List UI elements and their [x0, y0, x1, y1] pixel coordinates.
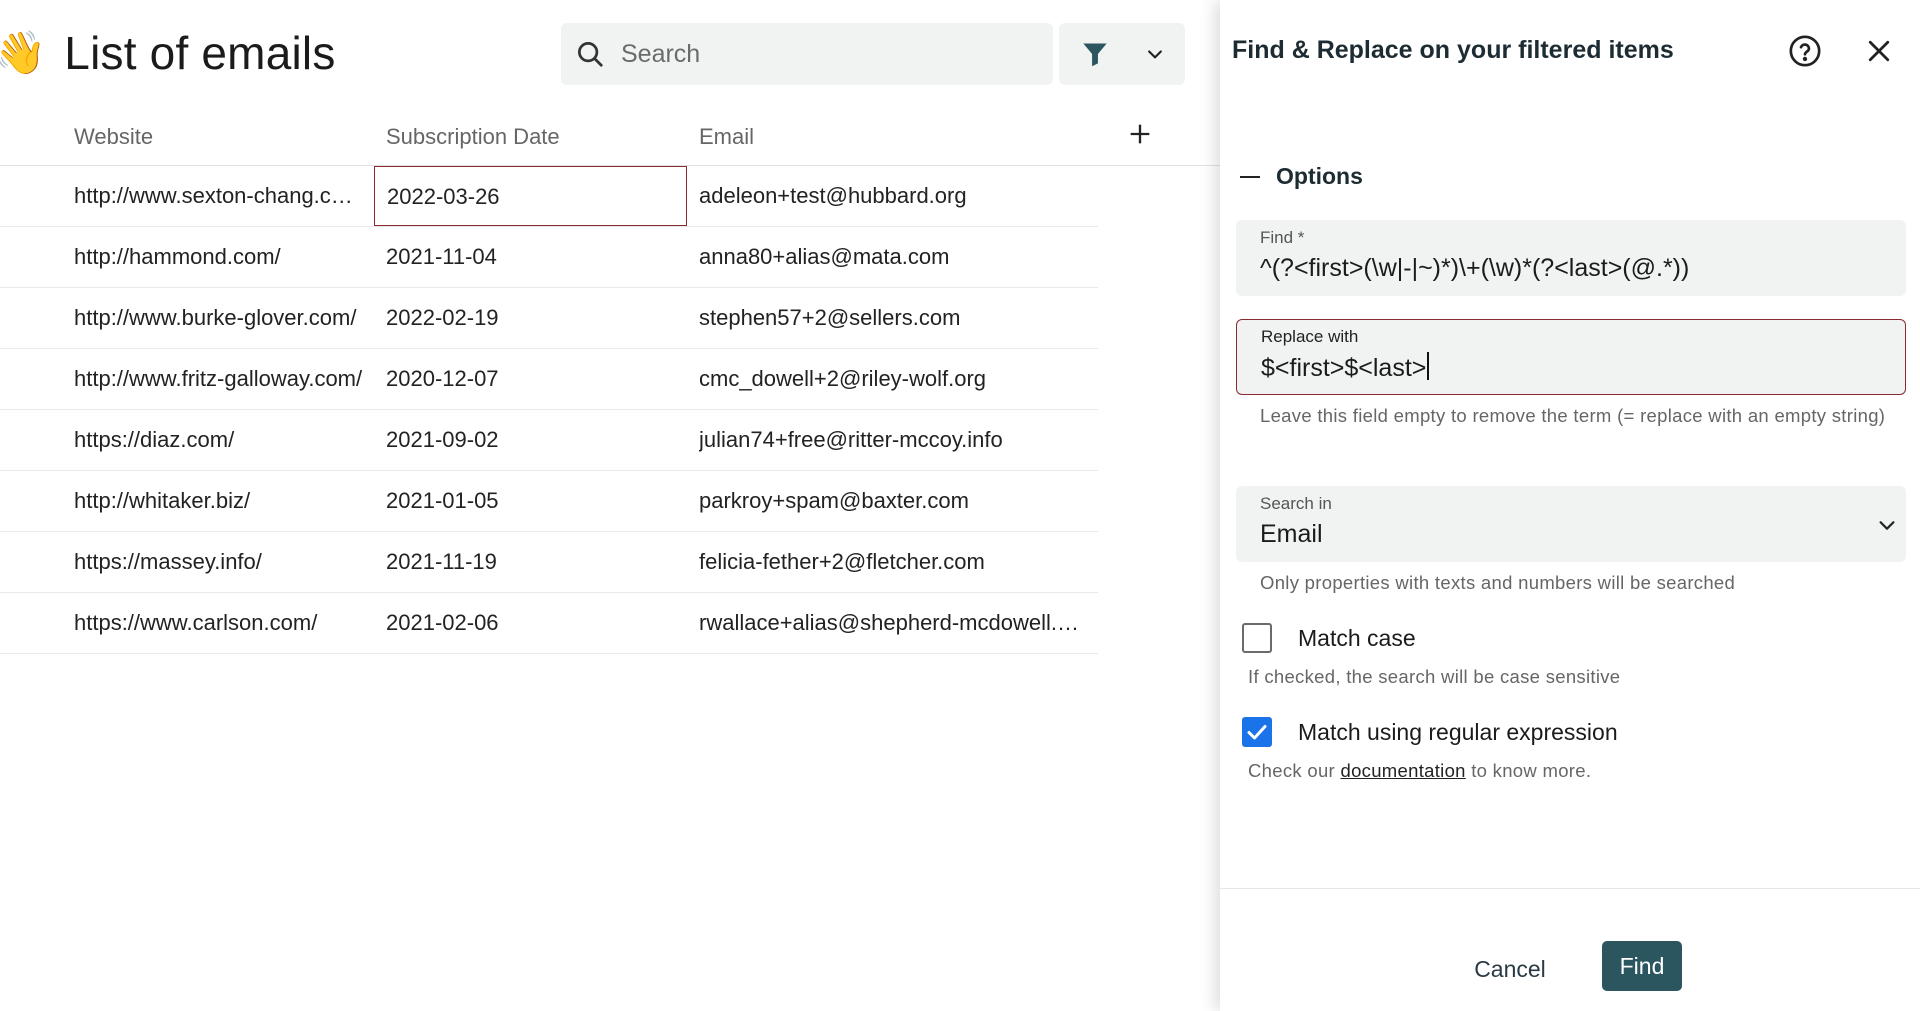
match-case-label[interactable]: Match case	[1298, 625, 1416, 652]
table-header: Website Subscription Date Email	[0, 108, 1220, 166]
email-cell[interactable]: parkroy+spam@baxter.com	[699, 471, 1089, 531]
regex-checkbox[interactable]	[1242, 717, 1272, 747]
table-row[interactable]: http://whitaker.biz/ 2021-01-05 parkroy+…	[0, 471, 1098, 532]
table-row[interactable]: http://www.fritz-galloway.com/ 2020-12-0…	[0, 349, 1098, 410]
table-row[interactable]: https://diaz.com/ 2021-09-02 julian74+fr…	[0, 410, 1098, 471]
replace-field[interactable]: Replace with $<first>$<last>	[1236, 319, 1906, 395]
search-in-label: Search in	[1260, 494, 1332, 513]
column-header-subscription-date[interactable]: Subscription Date	[386, 124, 560, 150]
match-case-option[interactable]: Match case	[1242, 623, 1416, 653]
regex-label[interactable]: Match using regular expression	[1298, 719, 1618, 746]
waving-hand-icon: 👋	[0, 28, 47, 77]
help-circle-icon[interactable]	[1788, 34, 1822, 68]
column-header-email[interactable]: Email	[699, 124, 754, 150]
subscription-date-cell[interactable]: 2021-11-04	[374, 227, 687, 287]
regex-option[interactable]: Match using regular expression	[1242, 717, 1618, 747]
search-icon	[578, 42, 603, 67]
search-in-select[interactable]: Search in Email	[1236, 486, 1906, 562]
table-row[interactable]: http://www.sexton-chang.com/ 2022-03-26 …	[0, 166, 1098, 227]
email-list-view: 👋 List of emails Website Subscription Da…	[0, 0, 1220, 1011]
match-case-helper-text: If checked, the search will be case sens…	[1248, 666, 1621, 687]
find-replace-drawer: Find & Replace on your filtered items Op…	[1220, 0, 1920, 1011]
website-cell[interactable]: http://www.sexton-chang.com/	[74, 166, 364, 226]
email-cell[interactable]: julian74+free@ritter-mccoy.info	[699, 410, 1089, 470]
page-title: List of emails	[64, 27, 336, 79]
subscription-date-cell[interactable]: 2021-11-19	[374, 532, 687, 592]
email-table: Website Subscription Date Email http://w…	[0, 108, 1220, 654]
subscription-date-cell[interactable]: 2022-02-19	[374, 288, 687, 348]
website-cell[interactable]: https://diaz.com/	[74, 410, 364, 470]
subscription-date-cell[interactable]: 2020-12-07	[374, 349, 687, 409]
find-label: Find *	[1260, 228, 1305, 247]
match-case-checkbox[interactable]	[1242, 623, 1272, 653]
collapse-minus-icon	[1240, 175, 1260, 178]
close-icon[interactable]	[1864, 36, 1894, 66]
subscription-date-cell[interactable]: 2021-02-06	[374, 593, 687, 653]
chevron-down-icon	[1148, 50, 1162, 59]
documentation-link[interactable]: documentation	[1340, 760, 1465, 781]
email-cell[interactable]: rwallace+alias@shepherd-mcdowell.com	[699, 593, 1089, 653]
options-toggle[interactable]: Options	[1240, 163, 1363, 190]
regex-helper-text: Check our documentation to know more.	[1248, 755, 1591, 786]
options-label: Options	[1276, 163, 1363, 189]
website-cell[interactable]: http://hammond.com/	[74, 227, 364, 287]
table-row[interactable]: http://hammond.com/ 2021-11-04 anna80+al…	[0, 227, 1098, 288]
website-cell[interactable]: https://www.carlson.com/	[74, 593, 364, 653]
search-in-helper-text: Only properties with texts and numbers w…	[1260, 572, 1736, 593]
email-cell[interactable]: adeleon+test@hubbard.org	[699, 166, 1089, 226]
email-cell[interactable]: anna80+alias@mata.com	[699, 227, 1089, 287]
search-in-value[interactable]: Email	[1260, 520, 1323, 549]
website-cell[interactable]: http://www.burke-glover.com/	[74, 288, 364, 348]
regex-helper-suffix: to know more.	[1471, 760, 1592, 781]
email-cell[interactable]: cmc_dowell+2@riley-wolf.org	[699, 349, 1089, 409]
table-row[interactable]: http://www.burke-glover.com/ 2022-02-19 …	[0, 288, 1098, 349]
subscription-date-cell[interactable]: 2021-09-02	[374, 410, 687, 470]
chevron-down-icon[interactable]	[1876, 514, 1898, 536]
check-icon	[1247, 725, 1267, 740]
find-field[interactable]: Find * ^(?<first>(\w|-|~)*)\+(\w)*(?<las…	[1236, 220, 1906, 296]
column-header-website[interactable]: Website	[74, 124, 153, 150]
subscription-date-cell[interactable]: 2022-03-26	[374, 166, 687, 226]
search-input[interactable]	[621, 39, 1021, 69]
replace-label: Replace with	[1261, 327, 1359, 346]
cancel-button[interactable]: Cancel	[1460, 949, 1560, 989]
table-row[interactable]: https://massey.info/ 2021-11-19 felicia-…	[0, 532, 1098, 593]
website-cell[interactable]: https://massey.info/	[74, 532, 364, 592]
find-button[interactable]: Find	[1602, 941, 1682, 991]
page-header: 👋 List of emails	[0, 22, 336, 84]
text-caret	[1427, 352, 1430, 380]
email-cell[interactable]: stephen57+2@sellers.com	[699, 288, 1089, 348]
replace-helper-text: Leave this field empty to remove the ter…	[1260, 405, 1886, 426]
filter-icon	[1083, 43, 1107, 67]
subscription-date-cell[interactable]: 2021-01-05	[374, 471, 687, 531]
filter-button[interactable]	[1059, 23, 1185, 85]
website-cell[interactable]: http://whitaker.biz/	[74, 471, 364, 531]
find-input[interactable]: ^(?<first>(\w|-|~)*)\+(\w)*(?<last>(@.*)…	[1260, 254, 1689, 283]
table-row[interactable]: https://www.carlson.com/ 2021-02-06 rwal…	[0, 593, 1098, 654]
drawer-title: Find & Replace on your filtered items	[1232, 36, 1674, 64]
add-column-plus-icon[interactable]	[1126, 120, 1154, 148]
replace-input-wrap[interactable]: $<first>$<last>	[1261, 352, 1430, 383]
replace-input[interactable]: $<first>$<last>	[1261, 354, 1426, 382]
search-bar[interactable]	[561, 23, 1053, 85]
regex-helper-prefix: Check our	[1248, 760, 1336, 781]
email-cell[interactable]: felicia-fether+2@fletcher.com	[699, 532, 1089, 592]
drawer-footer: Cancel Find	[1220, 888, 1920, 1011]
website-cell[interactable]: http://www.fritz-galloway.com/	[74, 349, 364, 409]
